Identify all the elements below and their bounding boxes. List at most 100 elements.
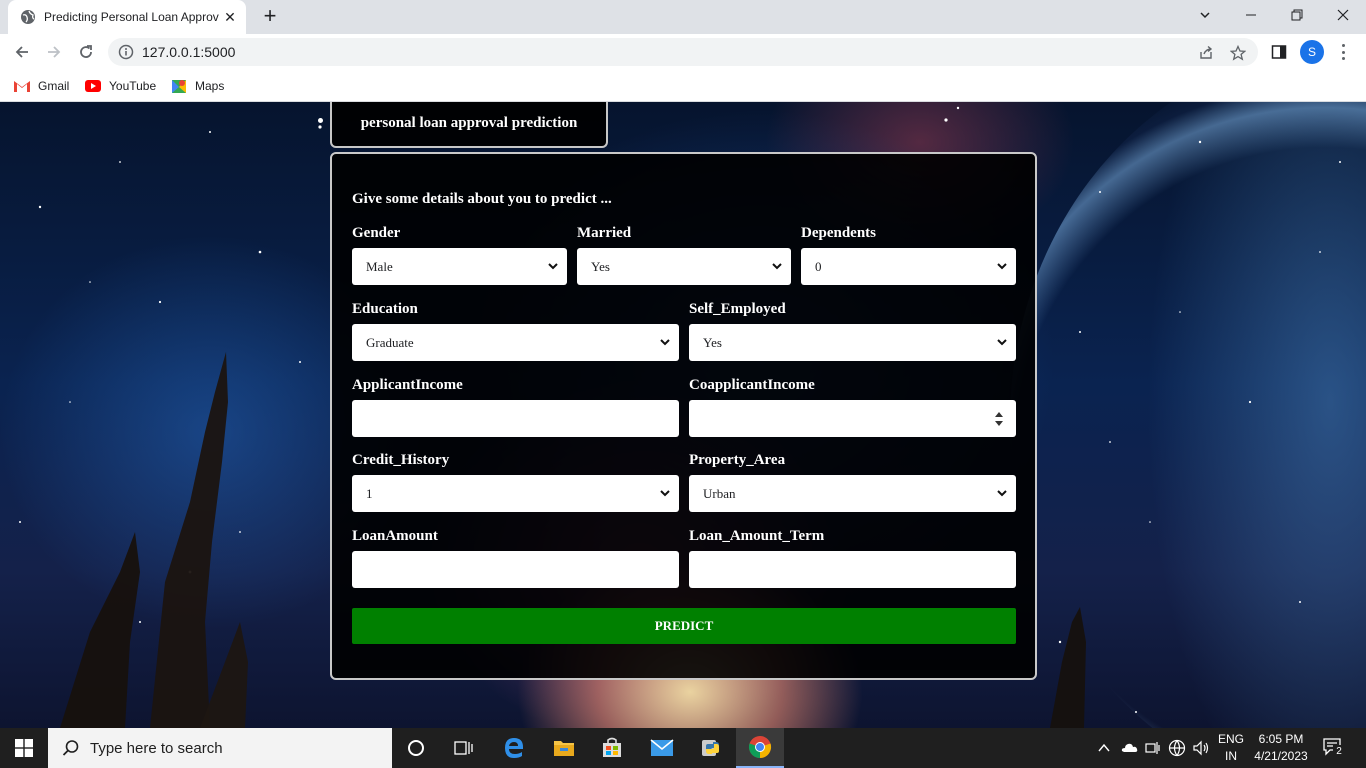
- taskbar-search[interactable]: Type here to search: [48, 728, 392, 768]
- property-area-value: Urban: [703, 485, 736, 501]
- credit-history-label: Credit_History: [352, 452, 450, 468]
- cortana-button[interactable]: [392, 728, 440, 768]
- credit-history-value: 1: [366, 485, 373, 501]
- search-icon: [62, 740, 79, 756]
- restore-button[interactable]: [1274, 0, 1320, 30]
- property-area-label: Property_Area: [689, 452, 786, 468]
- loan-amount-label: LoanAmount: [352, 528, 438, 544]
- bookmarks-bar: Gmail YouTube Maps: [0, 70, 1366, 102]
- married-value: Yes: [591, 258, 610, 274]
- dependents-select[interactable]: 0: [801, 248, 1016, 285]
- prediction-form: Give some details about you to predict .…: [330, 152, 1037, 680]
- credit-history-select[interactable]: 1: [352, 475, 679, 512]
- number-spinner-icon[interactable]: [994, 411, 1004, 427]
- bookmark-maps[interactable]: Maps: [171, 76, 224, 96]
- close-window-button[interactable]: [1320, 0, 1366, 30]
- education-value: Graduate: [366, 334, 414, 350]
- clock[interactable]: 6:05 PM 4/21/2023: [1250, 731, 1312, 765]
- decorative-dot: [318, 118, 323, 123]
- language-indicator[interactable]: ENG IN: [1217, 731, 1245, 765]
- forward-button[interactable]: [42, 40, 66, 64]
- coapplicant-income-label: CoapplicantIncome: [689, 377, 815, 393]
- loan-amount-input[interactable]: [352, 551, 679, 588]
- volume-icon[interactable]: [1192, 739, 1210, 757]
- tab-search-button[interactable]: [1182, 0, 1228, 30]
- edge-button[interactable]: [490, 728, 538, 768]
- minimize-button[interactable]: [1228, 0, 1274, 30]
- page-title: personal loan approval prediction: [360, 114, 578, 131]
- url-text: 127.0.0.1:5000: [142, 44, 236, 60]
- close-tab-icon[interactable]: ✕: [222, 9, 238, 25]
- browser-tab[interactable]: Predicting Personal Loan Approv ✕: [8, 0, 246, 34]
- forward-arrow-icon: [48, 46, 61, 58]
- globe-icon[interactable]: [1168, 739, 1186, 757]
- windows-logo-icon: [15, 739, 33, 757]
- gender-value: Male: [366, 258, 393, 274]
- info-icon[interactable]: [118, 44, 134, 60]
- back-button[interactable]: [10, 40, 34, 64]
- gender-select[interactable]: Male: [352, 248, 567, 285]
- clock-time: 6:05 PM: [1258, 732, 1304, 746]
- gender-label: Gender: [352, 225, 401, 241]
- education-label: Education: [352, 301, 418, 317]
- bookmark-label: YouTube: [109, 79, 157, 93]
- page-viewport: personal loan approval prediction Give s…: [0, 102, 1366, 728]
- python-icon: [702, 740, 719, 756]
- side-panel-icon[interactable]: [1271, 44, 1287, 60]
- browser-toolbar: 127.0.0.1:5000 S: [0, 34, 1366, 70]
- clock-date: 4/21/2023: [1254, 749, 1308, 763]
- married-select[interactable]: Yes: [577, 248, 791, 285]
- loan-amount-term-input[interactable]: [689, 551, 1016, 588]
- married-label: Married: [577, 225, 632, 241]
- minimize-icon: [1246, 14, 1256, 16]
- share-icon[interactable]: [1198, 45, 1214, 61]
- chevron-down-icon: [997, 490, 1007, 497]
- chrome-button[interactable]: [736, 728, 784, 768]
- bookmark-label: Maps: [195, 79, 225, 93]
- chevron-down-icon: [548, 263, 558, 270]
- bookmark-gmail[interactable]: Gmail: [14, 76, 69, 96]
- browser-titlebar: Predicting Personal Loan Approv ✕ +: [0, 0, 1366, 34]
- gmail-icon: [14, 81, 30, 92]
- onedrive-icon[interactable]: [1120, 740, 1138, 754]
- bookmark-youtube[interactable]: YouTube: [85, 76, 156, 96]
- maps-icon: [172, 80, 186, 93]
- new-tab-button[interactable]: +: [258, 5, 282, 28]
- globe-icon: [21, 10, 35, 24]
- form-intro-text: Give some details about you to predict .…: [352, 191, 612, 207]
- menu-kebab-icon[interactable]: [1338, 42, 1348, 62]
- chevron-down-icon: [997, 263, 1007, 270]
- dependents-label: Dependents: [801, 225, 877, 241]
- predict-button[interactable]: PREDICT: [352, 608, 1016, 644]
- mail-button[interactable]: [638, 728, 686, 768]
- loan-amount-term-label: Loan_Amount_Term: [689, 528, 825, 544]
- back-arrow-icon: [15, 46, 28, 58]
- chevron-down-icon: [660, 490, 670, 497]
- store-button[interactable]: [588, 728, 636, 768]
- edge-icon: [505, 738, 523, 758]
- file-explorer-button[interactable]: [540, 728, 588, 768]
- start-button[interactable]: [0, 728, 48, 768]
- python-button[interactable]: [688, 728, 736, 768]
- network-icon[interactable]: [1145, 740, 1161, 756]
- education-select[interactable]: Graduate: [352, 324, 679, 361]
- applicant-income-label: ApplicantIncome: [352, 377, 463, 393]
- coapplicant-income-input[interactable]: [689, 400, 1016, 437]
- applicant-income-input[interactable]: [352, 400, 679, 437]
- profile-avatar[interactable]: S: [1300, 40, 1324, 64]
- notifications-button[interactable]: 2: [1322, 736, 1346, 760]
- reload-icon: [80, 45, 92, 58]
- self-employed-select[interactable]: Yes: [689, 324, 1016, 361]
- bookmark-star-icon[interactable]: [1230, 45, 1246, 61]
- property-area-select[interactable]: Urban: [689, 475, 1016, 512]
- address-bar[interactable]: 127.0.0.1:5000: [108, 38, 1258, 66]
- chrome-icon: [748, 736, 772, 759]
- task-view-button[interactable]: [440, 728, 488, 768]
- youtube-icon: [85, 80, 101, 92]
- reload-button[interactable]: [74, 40, 98, 64]
- taskbar-search-placeholder: Type here to search: [90, 739, 223, 757]
- chevron-up-icon[interactable]: [1098, 743, 1110, 753]
- chevron-down-icon: [660, 339, 670, 346]
- mail-icon: [650, 739, 674, 756]
- language-code: ENG: [1217, 732, 1244, 746]
